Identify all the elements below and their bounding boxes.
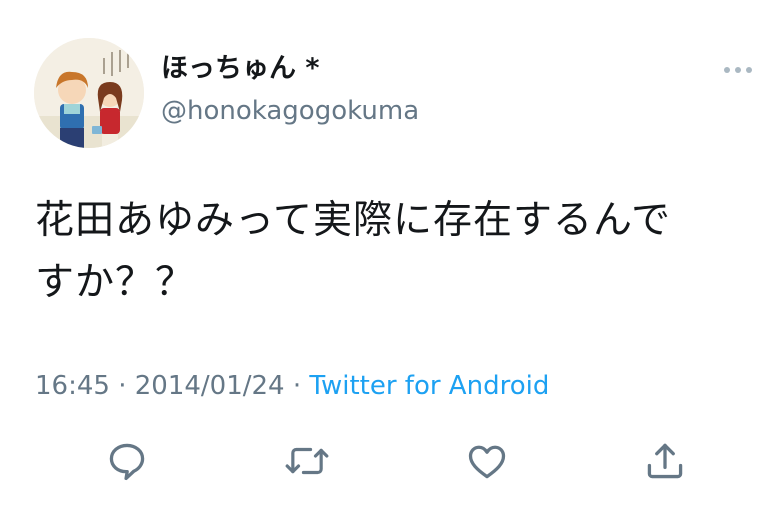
tweet-date[interactable]: 2014/01/24: [135, 371, 285, 401]
reply-icon: [109, 443, 145, 481]
like-icon: [468, 445, 506, 479]
tweet-text-line: すか？？: [35, 260, 196, 305]
tweet-source-link[interactable]: Twitter for Android: [309, 371, 549, 401]
tweet-meta: 16:45 · 2014/01/24 · Twitter for Android: [35, 368, 549, 404]
meta-separator: ·: [109, 371, 135, 401]
user-handle[interactable]: @honokagogokuma: [161, 95, 419, 127]
share-button[interactable]: [640, 436, 690, 486]
reply-button[interactable]: [102, 436, 152, 486]
retweet-icon: [285, 447, 329, 475]
more-options-icon[interactable]: [716, 58, 760, 82]
meta-separator: ·: [284, 371, 310, 401]
tweet-card: ほっちゅん * @honokagogokuma 花田あゆみって実際に存在するんで…: [0, 0, 780, 515]
tweet-text-line: 花田あゆみって実際に存在するんで: [35, 198, 672, 243]
display-name[interactable]: ほっちゅん *: [161, 52, 320, 86]
retweet-button[interactable]: [282, 436, 332, 486]
tweet-text: 花田あゆみって実際に存在するんで すか？？: [35, 190, 755, 314]
avatar[interactable]: [34, 38, 144, 148]
avatar-illustration: [34, 38, 144, 148]
like-button[interactable]: [462, 436, 512, 486]
tweet-time[interactable]: 16:45: [35, 371, 110, 401]
share-icon: [647, 443, 683, 479]
